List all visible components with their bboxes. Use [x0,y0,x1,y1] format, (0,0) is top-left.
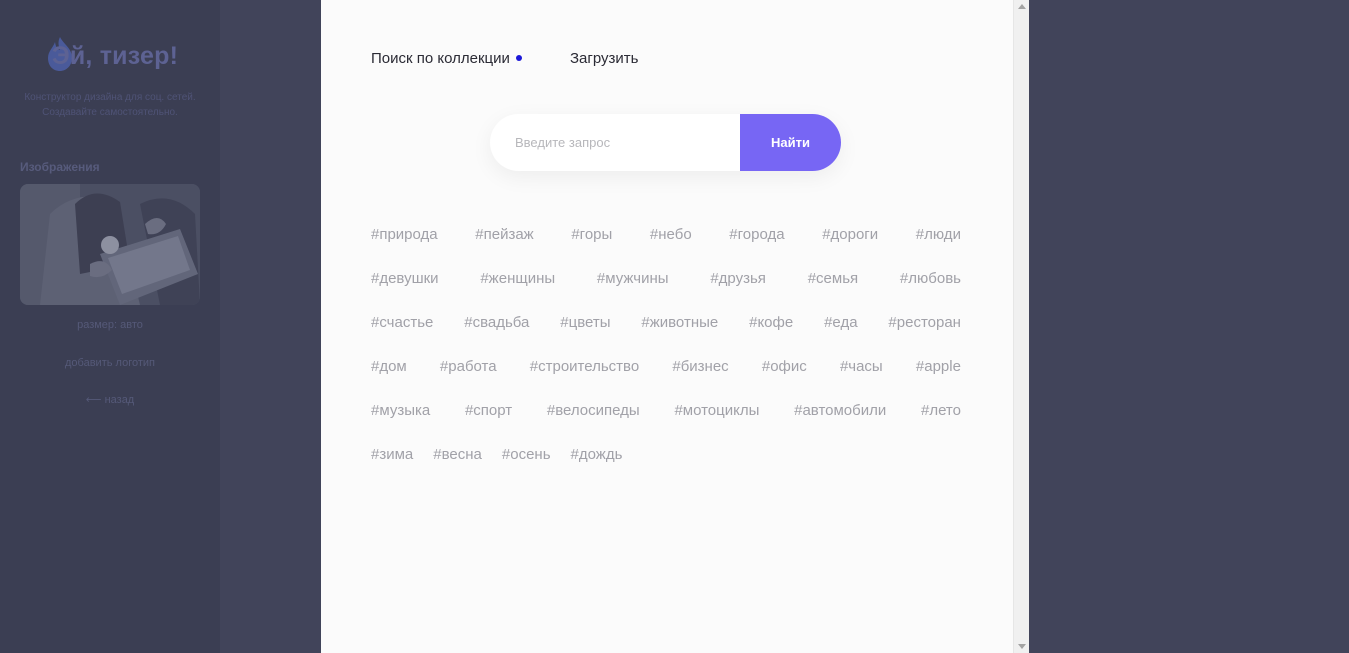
tag-link[interactable]: #любовь [900,270,961,314]
tag-link[interactable]: #часы [840,358,883,402]
image-search-modal: Поиск по коллекции Загрузить Найти #прир… [321,0,1013,653]
sidebar: Эй, тизер! Конструктор дизайна для соц. … [0,0,220,653]
tag-link[interactable]: #счастье [371,314,433,358]
tag-link[interactable]: #семья [808,270,858,314]
tab-search-collection-label: Поиск по коллекции [371,50,510,67]
tag-link[interactable]: #пейзаж [475,226,533,270]
tag-link[interactable]: #лето [921,402,961,446]
tag-link[interactable]: #автомобили [794,402,886,446]
tag-link[interactable]: #apple [916,358,961,402]
overlay-right [1029,0,1349,653]
laptop-photo-image [20,184,200,305]
tag-row: #зима #весна #осень #дождь [371,446,961,490]
active-tab-dot-icon [515,55,522,62]
logo-text: Эй, тизер! [51,42,179,70]
tag-link[interactable]: #животные [641,314,718,358]
add-logo-link[interactable]: добавить логотип [0,357,220,369]
tag-link[interactable]: #мужчины [597,270,669,314]
tab-search-collection[interactable]: Поиск по коллекции [371,50,522,67]
tag-link[interactable]: #бизнес [672,358,728,402]
tagline-line-2: Создавайте самостоятельно. [42,107,178,118]
tag-link[interactable]: #строительство [530,358,639,402]
scroll-up-arrow-icon[interactable] [1018,4,1026,9]
logo: Эй, тизер! [0,37,220,71]
tag-link[interactable]: #офис [762,358,807,402]
search-input[interactable] [490,114,740,171]
tag-link[interactable]: #музыка [371,402,430,446]
tag-link[interactable]: #природа [371,226,438,270]
tab-upload[interactable]: Загрузить [570,50,639,67]
tag-link[interactable]: #кофе [749,314,793,358]
tag-cloud: #природа #пейзаж #горы #небо #города #дороги #… [371,226,961,490]
tag-link[interactable]: #цветы [560,314,610,358]
tag-link[interactable]: #дом [371,358,407,402]
tag-link[interactable]: #женщины [480,270,555,314]
tag-row: #дом #работа #строительство #бизнес #офис #ча… [371,358,961,402]
tag-link[interactable]: #горы [571,226,612,270]
image-thumbnail[interactable] [20,184,200,305]
back-link[interactable]: ⟵ назад [0,393,220,406]
tag-link[interactable]: #дождь [571,446,623,490]
tag-link[interactable]: #спорт [465,402,512,446]
tagline: Конструктор дизайна для соц. сетей. Созд… [0,90,220,120]
tag-link[interactable]: #работа [440,358,497,402]
tag-row: #девушки #женщины #мужчины #друзья #семья #лю… [371,270,961,314]
tag-row: #счастье #свадьба #цветы #животные #кофе #еда… [371,314,961,358]
scrollbar[interactable] [1013,0,1029,653]
tag-link[interactable]: #ресторан [888,314,961,358]
tab-upload-label: Загрузить [570,50,639,67]
tag-link[interactable]: #небо [650,226,692,270]
tag-link[interactable]: #города [729,226,784,270]
search-bar: Найти [490,114,841,171]
overlay-left [220,0,321,653]
tag-row: #музыка #спорт #велосипеды #мотоциклы #автом… [371,402,961,446]
tag-link[interactable]: #люди [916,226,961,270]
tag-link[interactable]: #друзья [710,270,766,314]
tag-link[interactable]: #девушки [371,270,439,314]
tag-link[interactable]: #мотоциклы [674,402,759,446]
tag-link[interactable]: #осень [502,446,551,490]
search-button[interactable]: Найти [740,114,841,171]
tag-link[interactable]: #зима [371,446,413,490]
tag-link[interactable]: #дороги [822,226,878,270]
images-section-title: Изображения [20,160,100,174]
tag-link[interactable]: #весна [433,446,482,490]
tag-row: #природа #пейзаж #горы #небо #города #дороги #… [371,226,961,270]
tag-link[interactable]: #велосипеды [547,402,640,446]
tagline-line-1: Конструктор дизайна для соц. сетей. [24,92,196,103]
tag-link[interactable]: #еда [824,314,857,358]
size-option[interactable]: размер: авто [0,319,220,331]
scroll-down-arrow-icon[interactable] [1018,644,1026,649]
tag-link[interactable]: #свадьба [464,314,529,358]
